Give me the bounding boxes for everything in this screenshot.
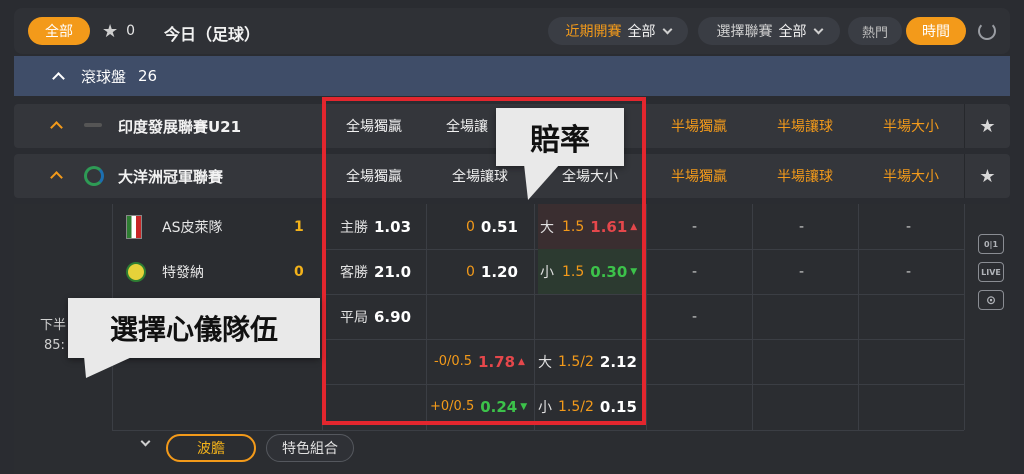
- league-select-label: 選擇聯賽: [716, 24, 773, 40]
- team-away[interactable]: 特發納 0: [126, 249, 322, 294]
- league-name: 印度發展聯賽U21: [118, 118, 242, 136]
- inplay-label: 滾球盤: [81, 67, 127, 86]
- team-home-name: AS皮萊隊: [162, 219, 223, 236]
- collapse-chevron-icon: [50, 121, 63, 134]
- callout-pointer: [84, 356, 134, 378]
- sort-time-button[interactable]: 時間: [906, 17, 966, 45]
- odds-callout: 賠率: [496, 108, 624, 200]
- team-home[interactable]: AS皮萊隊 1: [126, 204, 322, 249]
- header-ht-totals: 半場大小: [883, 119, 939, 135]
- chevron-down-icon: [662, 24, 672, 34]
- callout-text: 賠率: [496, 108, 624, 166]
- callout-pointer: [524, 164, 560, 200]
- odds-ht-total-under[interactable]: -: [906, 249, 911, 294]
- odds-ht-draw[interactable]: -: [692, 294, 697, 339]
- collapse-chevron-icon: [52, 72, 65, 85]
- all-button[interactable]: 全部: [28, 17, 90, 45]
- callout-text: 選擇心儀隊伍: [68, 298, 320, 358]
- league-select[interactable]: 選擇聯賽 全部: [698, 17, 840, 45]
- odds-ht-1x2-home[interactable]: -: [692, 204, 697, 249]
- team-away-score: 0: [294, 263, 304, 280]
- special-combo-button[interactable]: 特色組合: [266, 434, 354, 462]
- team-home-score: 1: [294, 218, 304, 235]
- refresh-icon[interactable]: [978, 22, 996, 40]
- stats-icon[interactable]: ⊙: [978, 290, 1004, 310]
- odds-ht-handicap-home[interactable]: -: [799, 204, 804, 249]
- correct-score-button[interactable]: 波膽: [166, 434, 256, 462]
- odds-ht-handicap-away[interactable]: -: [799, 249, 804, 294]
- league-name: 大洋洲冠軍聯賽: [118, 168, 224, 186]
- favorites-toggle[interactable]: ★ 0: [102, 17, 135, 45]
- favorites-count: 0: [126, 23, 136, 39]
- top-filter-bar: 全部 ★ 0 今日（足球） 近期開賽 全部 選擇聯賽 全部 熱門 時間: [14, 8, 1010, 54]
- league-flag-icon: [84, 123, 102, 127]
- match-period: 下半: [40, 318, 67, 333]
- inplay-count: 26: [138, 67, 158, 85]
- sort-hot-button[interactable]: 熱門: [848, 17, 902, 45]
- recent-start-select[interactable]: 近期開賽 全部: [548, 17, 688, 45]
- expand-chevron-icon[interactable]: [140, 436, 151, 447]
- header-ht-1x2: 半場獨贏: [671, 119, 727, 135]
- favorite-star-icon[interactable]: ★: [964, 104, 1010, 148]
- team-crest-icon: [126, 214, 142, 239]
- scoreboard-icon[interactable]: 0|1: [978, 234, 1004, 254]
- header-ht-handicap: 半場讓球: [777, 169, 833, 185]
- team-callout: 選擇心儀隊伍: [68, 298, 320, 378]
- recent-start-value: 全部: [627, 24, 656, 40]
- match-minute: 85:: [44, 338, 65, 353]
- league-select-value: 全部: [778, 24, 807, 40]
- collapse-chevron-icon: [50, 171, 63, 184]
- favorite-star-icon[interactable]: ★: [964, 154, 1010, 198]
- team-away-name: 特發納: [162, 264, 204, 281]
- odds-ht-total-over[interactable]: -: [906, 204, 911, 249]
- chevron-down-icon: [813, 24, 823, 34]
- header-ht-1x2: 半場獨贏: [671, 169, 727, 185]
- star-icon: ★: [102, 20, 119, 42]
- page-title: 今日（足球）: [164, 25, 261, 44]
- recent-start-label: 近期開賽: [565, 24, 622, 40]
- header-ht-handicap: 半場讓球: [777, 119, 833, 135]
- league-logo-icon: [84, 166, 104, 186]
- odds-ht-1x2-away[interactable]: -: [692, 249, 697, 294]
- header-ht-totals: 半場大小: [883, 169, 939, 185]
- live-icon[interactable]: LIVE: [978, 262, 1004, 282]
- team-crest-icon: [126, 261, 146, 282]
- inplay-section-header[interactable]: 滾球盤 26: [14, 56, 1010, 96]
